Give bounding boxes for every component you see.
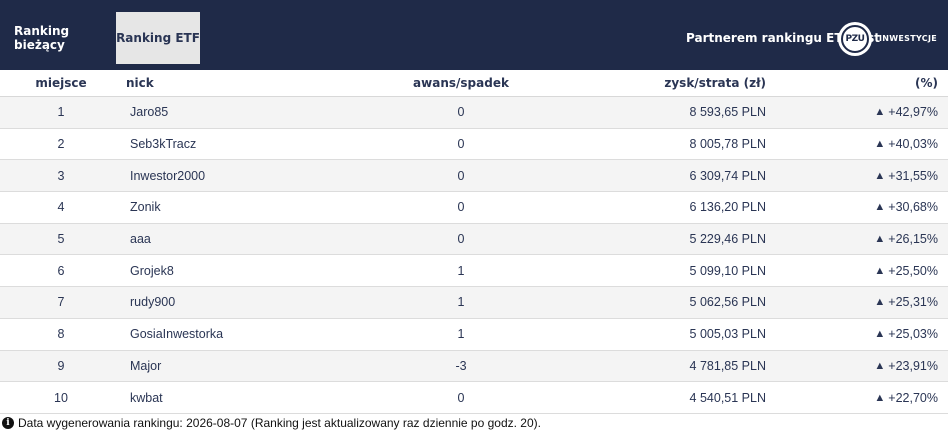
- row-profit: 5 062,56 PLN: [689, 295, 766, 310]
- row-move: 1: [457, 327, 465, 342]
- row-percent-value: +25,50%: [888, 263, 938, 278]
- row-nick[interactable]: Seb3kTracz: [130, 129, 410, 160]
- column-header-move[interactable]: awans/spadek: [400, 70, 522, 96]
- row-percent-value: +25,31%: [888, 295, 938, 310]
- trend-up-icon: ▲: [874, 169, 886, 182]
- row-percent-value: +22,70%: [888, 390, 938, 405]
- pzu-logo-name: INWESTYCJE: [879, 34, 937, 43]
- row-place: 2: [57, 137, 65, 152]
- table-row[interactable]: 5 aaa 0 5 229,46 PLN ▲ +26,15%: [0, 223, 948, 256]
- row-nick[interactable]: Major: [130, 351, 410, 382]
- row-percent: ▲ +25,03%: [780, 319, 938, 350]
- pzu-logo-mark: PZU: [841, 25, 869, 53]
- row-percent: ▲ +30,68%: [780, 192, 938, 223]
- row-nick[interactable]: Grojek8: [130, 255, 410, 286]
- row-percent: ▲ +25,50%: [780, 255, 938, 286]
- table-row[interactable]: 7 rudy900 1 5 062,56 PLN ▲ +25,31%: [0, 287, 948, 319]
- row-move: -3: [455, 358, 467, 373]
- row-move: 0: [457, 232, 465, 247]
- column-header-place[interactable]: miejsce: [0, 70, 122, 96]
- trend-up-icon: ▲: [874, 201, 886, 214]
- ranking-header: Ranking bieżący Ranking ETF Partnerem ra…: [0, 5, 948, 70]
- row-nick[interactable]: Jaro85: [130, 97, 410, 128]
- column-header-nick[interactable]: nick: [126, 70, 406, 96]
- row-place: 10: [54, 390, 68, 405]
- ranking-footer: i Data wygenerowania rankingu: 2026-08-0…: [2, 414, 946, 432]
- row-profit: 5 229,46 PLN: [689, 232, 766, 247]
- table-header: miejsce nick awans/spadek zysk/strata (z…: [0, 70, 948, 97]
- table-row[interactable]: 3 Inwestor2000 0 6 309,74 PLN ▲ +31,55%: [0, 160, 948, 193]
- row-profit: 4 540,51 PLN: [689, 390, 766, 405]
- row-place: 7: [57, 295, 65, 310]
- table-row[interactable]: 1 Jaro85 0 8 593,65 PLN ▲ +42,97%: [0, 97, 948, 129]
- trend-up-icon: ▲: [874, 106, 886, 119]
- row-move: 0: [457, 137, 465, 152]
- row-profit: 6 309,74 PLN: [689, 168, 766, 183]
- row-percent: ▲ +23,91%: [780, 351, 938, 382]
- trend-up-icon: ▲: [874, 359, 886, 372]
- row-percent-value: +40,03%: [888, 137, 938, 152]
- row-percent: ▲ +25,31%: [780, 287, 938, 318]
- row-profit: 8 005,78 PLN: [689, 137, 766, 152]
- column-header-percent[interactable]: (%): [780, 70, 938, 96]
- trend-up-icon: ▲: [874, 391, 886, 404]
- ranking-table-body: 1 Jaro85 0 8 593,65 PLN ▲ +42,97% 2 Seb3kTracz 0…: [0, 97, 948, 414]
- row-move: 0: [457, 168, 465, 183]
- row-place: 5: [57, 232, 65, 247]
- row-move: 0: [457, 390, 465, 405]
- row-move: 1: [457, 263, 465, 278]
- row-place: 9: [57, 358, 65, 373]
- row-profit: 5 005,03 PLN: [689, 327, 766, 342]
- row-profit: 5 099,10 PLN: [689, 263, 766, 278]
- row-nick[interactable]: GosiaInwestorka: [130, 319, 410, 350]
- table-row[interactable]: 6 Grojek8 1 5 099,10 PLN ▲ +25,50%: [0, 255, 948, 288]
- row-move: 0: [457, 105, 465, 120]
- row-nick[interactable]: kwbat: [130, 382, 410, 413]
- table-row[interactable]: 10 kwbat 0 4 540,51 PLN ▲ +22,70%: [0, 382, 948, 414]
- row-nick[interactable]: rudy900: [130, 287, 410, 318]
- table-row[interactable]: 8 GosiaInwestorka 1 5 005,03 PLN ▲ +25,03%: [0, 318, 948, 351]
- tab-ranking-etf[interactable]: Ranking ETF: [116, 12, 200, 64]
- footer-note: Data wygenerowania rankingu: 2026-08-07 …: [18, 416, 541, 430]
- table-row[interactable]: 2 Seb3kTracz 0 8 005,78 PLN ▲ +40,03%: [0, 128, 948, 161]
- row-nick[interactable]: Zonik: [130, 192, 410, 223]
- pzu-logo-icon[interactable]: PZU: [838, 22, 872, 56]
- info-icon: i: [2, 417, 14, 429]
- column-header-profit[interactable]: zysk/strata (zł): [560, 70, 766, 96]
- table-row[interactable]: 9 Major -3 4 781,85 PLN ▲ +23,91%: [0, 350, 948, 383]
- row-place: 8: [57, 327, 65, 342]
- row-move: 0: [457, 200, 465, 215]
- row-percent-value: +26,15%: [888, 232, 938, 247]
- row-profit: 8 593,65 PLN: [689, 105, 766, 120]
- row-percent: ▲ +42,97%: [780, 97, 938, 128]
- tab-ranking-current[interactable]: Ranking bieżący: [14, 12, 114, 64]
- row-percent: ▲ +40,03%: [780, 129, 938, 160]
- row-profit: 6 136,20 PLN: [689, 200, 766, 215]
- table-row[interactable]: 4 Zonik 0 6 136,20 PLN ▲ +30,68%: [0, 192, 948, 224]
- row-place: 6: [57, 263, 65, 278]
- row-profit: 4 781,85 PLN: [689, 358, 766, 373]
- row-percent-value: +31,55%: [888, 168, 938, 183]
- row-percent: ▲ +22,70%: [780, 382, 938, 413]
- row-percent-value: +23,91%: [888, 358, 938, 373]
- trend-up-icon: ▲: [874, 233, 886, 246]
- row-percent: ▲ +31,55%: [780, 160, 938, 191]
- row-move: 1: [457, 295, 465, 310]
- row-percent: ▲ +26,15%: [780, 224, 938, 255]
- row-percent-value: +42,97%: [888, 105, 938, 120]
- trend-up-icon: ▲: [874, 264, 886, 277]
- row-place: 4: [57, 200, 65, 215]
- trend-up-icon: ▲: [874, 296, 886, 309]
- trend-up-icon: ▲: [874, 138, 886, 151]
- row-nick[interactable]: aaa: [130, 224, 410, 255]
- row-place: 1: [57, 105, 65, 120]
- row-percent-value: +30,68%: [888, 200, 938, 215]
- row-place: 3: [57, 168, 65, 183]
- trend-up-icon: ▲: [874, 328, 886, 341]
- row-nick[interactable]: Inwestor2000: [130, 160, 410, 191]
- row-percent-value: +25,03%: [888, 327, 938, 342]
